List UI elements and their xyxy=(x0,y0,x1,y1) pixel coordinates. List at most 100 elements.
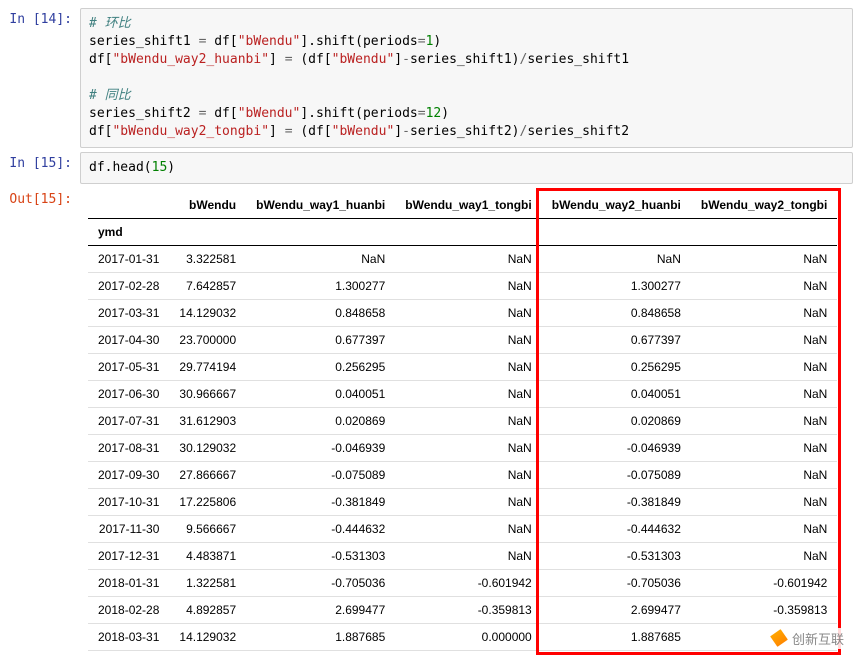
table-row: 2018-01-311.322581-0.705036-0.601942-0.7… xyxy=(88,569,837,596)
table-cell: NaN xyxy=(395,407,541,434)
code-text: df[ xyxy=(206,106,237,121)
table-cell: NaN xyxy=(395,488,541,515)
code-text: df[ xyxy=(89,52,112,67)
table-cell: NaN xyxy=(395,353,541,380)
table-cell: 0.848658 xyxy=(246,299,395,326)
code-text: ) xyxy=(167,160,175,175)
code-text: ].shift(periods xyxy=(300,106,417,121)
logo-icon xyxy=(769,628,790,649)
code-text: ) xyxy=(433,34,441,49)
out-prompt-15: Out[15]: xyxy=(0,188,80,651)
table-cell: -0.359813 xyxy=(395,596,541,623)
table-cell: 29.774194 xyxy=(169,353,246,380)
code-input-14[interactable]: # 环比 series_shift1 = df["bWendu"].shift(… xyxy=(80,8,853,148)
table-cell: NaN xyxy=(395,326,541,353)
table-cell: -0.046939 xyxy=(246,434,395,461)
table-cell: 31.612903 xyxy=(169,407,246,434)
code-number: 12 xyxy=(426,106,442,121)
table-cell: NaN xyxy=(691,299,837,326)
code-text: series_shift1 xyxy=(89,34,199,49)
table-row: 2017-02-287.6428571.300277NaN1.300277NaN xyxy=(88,272,837,299)
table-cell: NaN xyxy=(691,326,837,353)
op-equals: = xyxy=(285,124,293,139)
code-text: series_shift1 xyxy=(527,52,629,67)
code-text: df[ xyxy=(206,34,237,49)
op-equals: = xyxy=(418,106,426,121)
op-equals: = xyxy=(285,52,293,67)
table-cell: -0.601942 xyxy=(395,569,541,596)
op-equals: = xyxy=(418,34,426,49)
table-cell: 23.700000 xyxy=(169,326,246,353)
table-row: 2017-08-3130.129032-0.046939NaN-0.046939… xyxy=(88,434,837,461)
table-cell: NaN xyxy=(691,353,837,380)
table-cell: NaN xyxy=(395,299,541,326)
table-cell: 0.000000 xyxy=(395,623,541,650)
code-text: ] xyxy=(269,124,285,139)
table-cell: 9.566667 xyxy=(169,515,246,542)
row-index: 2017-04-30 xyxy=(88,326,169,353)
row-index: 2017-10-31 xyxy=(88,488,169,515)
code-text: series_shift2) xyxy=(410,124,520,139)
table-cell: NaN xyxy=(691,407,837,434)
table-row: 2017-01-313.322581NaNNaNNaNNaN xyxy=(88,245,837,272)
table-cell: 7.642857 xyxy=(169,272,246,299)
table-cell: 0.848658 xyxy=(542,299,691,326)
code-cell-15: In [15]: df.head(15) xyxy=(0,152,853,184)
table-cell: 1.887685 xyxy=(246,623,395,650)
row-index: 2017-01-31 xyxy=(88,245,169,272)
col-header: bWendu_way2_tongbi xyxy=(691,192,837,219)
op-minus: - xyxy=(402,52,410,67)
table-row: 2017-03-3114.1290320.848658NaN0.848658Na… xyxy=(88,299,837,326)
code-comment: # 同比 xyxy=(89,88,131,103)
table-cell: -0.359813 xyxy=(691,596,837,623)
col-blank xyxy=(88,192,169,219)
row-index: 2017-08-31 xyxy=(88,434,169,461)
table-cell: -0.075089 xyxy=(246,461,395,488)
index-name: ymd xyxy=(88,218,169,245)
table-cell: 0.256295 xyxy=(246,353,395,380)
table-cell: 14.129032 xyxy=(169,299,246,326)
table-cell: NaN xyxy=(246,245,395,272)
code-text: (df[ xyxy=(293,52,332,67)
table-row: 2017-12-314.483871-0.531303NaN-0.531303N… xyxy=(88,542,837,569)
table-cell: -0.046939 xyxy=(542,434,691,461)
col-header: bWendu_way1_huanbi xyxy=(246,192,395,219)
table-cell: -0.531303 xyxy=(246,542,395,569)
index-name-row: ymd xyxy=(88,218,837,245)
code-string: "bWendu" xyxy=(332,124,395,139)
code-cell-14: In [14]: # 环比 series_shift1 = df["bWendu… xyxy=(0,8,853,148)
table-row: 2017-05-3129.7741940.256295NaN0.256295Na… xyxy=(88,353,837,380)
output-wrap: bWendu bWendu_way1_huanbi bWendu_way1_to… xyxy=(80,192,853,651)
table-cell: NaN xyxy=(395,515,541,542)
table-cell: NaN xyxy=(395,272,541,299)
code-text: series_shift1) xyxy=(410,52,520,67)
row-index: 2017-09-30 xyxy=(88,461,169,488)
row-index: 2017-12-31 xyxy=(88,542,169,569)
code-input-15[interactable]: df.head(15) xyxy=(80,152,853,184)
table-cell: 3.322581 xyxy=(169,245,246,272)
table-cell: -0.381849 xyxy=(246,488,395,515)
code-text: df[ xyxy=(89,124,112,139)
row-index: 2017-07-31 xyxy=(88,407,169,434)
table-cell: NaN xyxy=(691,461,837,488)
table-cell: -0.531303 xyxy=(542,542,691,569)
table-cell: -0.075089 xyxy=(542,461,691,488)
row-index: 2017-02-28 xyxy=(88,272,169,299)
col-header: bWendu_way2_huanbi xyxy=(542,192,691,219)
table-cell: 4.892857 xyxy=(169,596,246,623)
table-cell: 0.020869 xyxy=(246,407,395,434)
table-cell: NaN xyxy=(395,380,541,407)
table-cell: 2.699477 xyxy=(246,596,395,623)
table-cell: 0.677397 xyxy=(542,326,691,353)
table-row: 2017-06-3030.9666670.040051NaN0.040051Na… xyxy=(88,380,837,407)
table-cell: NaN xyxy=(691,542,837,569)
code-text: series_shift2 xyxy=(89,106,199,121)
row-index: 2017-05-31 xyxy=(88,353,169,380)
row-index: 2018-02-28 xyxy=(88,596,169,623)
table-cell: -0.601942 xyxy=(691,569,837,596)
table-cell: NaN xyxy=(542,245,691,272)
table-cell: NaN xyxy=(395,245,541,272)
table-row: 2018-02-284.8928572.699477-0.3598132.699… xyxy=(88,596,837,623)
table-cell: 1.887685 xyxy=(542,623,691,650)
table-row: 2017-09-3027.866667-0.075089NaN-0.075089… xyxy=(88,461,837,488)
